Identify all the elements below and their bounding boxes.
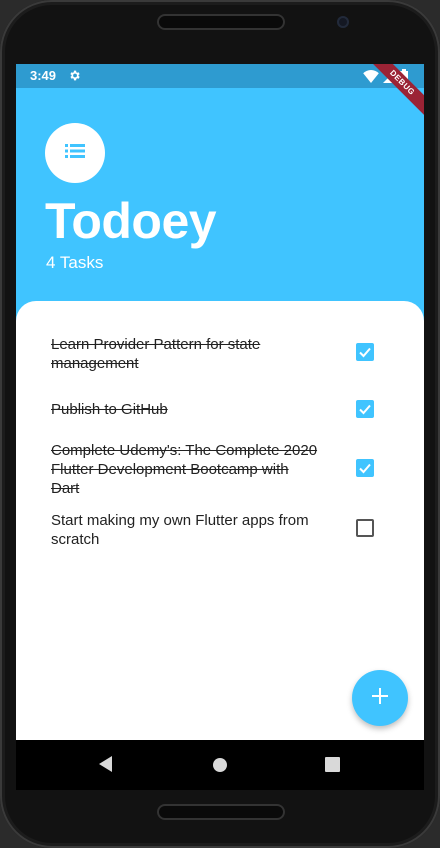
- bottom-speaker: [157, 804, 285, 820]
- task-checkbox[interactable]: [356, 343, 374, 361]
- recents-icon[interactable]: [325, 757, 340, 776]
- header-avatar: [45, 123, 105, 183]
- app-screen: 3:49 DEBUG Todoey 4 Tasks Learn Provider…: [16, 64, 424, 790]
- top-speaker: [157, 14, 285, 30]
- status-bar: 3:49 DEBUG: [16, 64, 424, 122]
- task-checkbox[interactable]: [356, 519, 374, 537]
- task-checkbox[interactable]: [356, 400, 374, 418]
- list-icon: [63, 139, 87, 167]
- front-camera: [337, 16, 349, 28]
- status-time: 3:49: [30, 68, 57, 83]
- wifi-icon: [363, 69, 379, 86]
- app-title: Todoey: [45, 193, 217, 249]
- settings-gear-icon: [68, 69, 81, 85]
- task-label: Publish to GitHub: [51, 401, 168, 418]
- header: Todoey 4 Tasks: [16, 88, 424, 308]
- check-icon: [359, 404, 371, 415]
- task-checkbox[interactable]: [356, 459, 374, 477]
- task-label: Start making my own Flutter apps from sc…: [51, 512, 309, 548]
- task-count: 4 Tasks: [46, 253, 104, 272]
- check-icon: [359, 463, 371, 474]
- check-icon: [359, 347, 371, 358]
- task-label: Complete Udemy's: The Complete 2020 Flut…: [51, 442, 318, 497]
- android-nav-bar: [16, 740, 424, 790]
- task-label: Learn Provider Pattern for state managem…: [51, 336, 261, 372]
- home-icon[interactable]: [212, 757, 228, 777]
- plus-icon: [371, 687, 389, 709]
- phone-frame: 3:49 DEBUG Todoey 4 Tasks Learn Provider…: [0, 0, 440, 848]
- add-task-button[interactable]: [352, 670, 408, 726]
- back-icon[interactable]: [98, 755, 114, 777]
